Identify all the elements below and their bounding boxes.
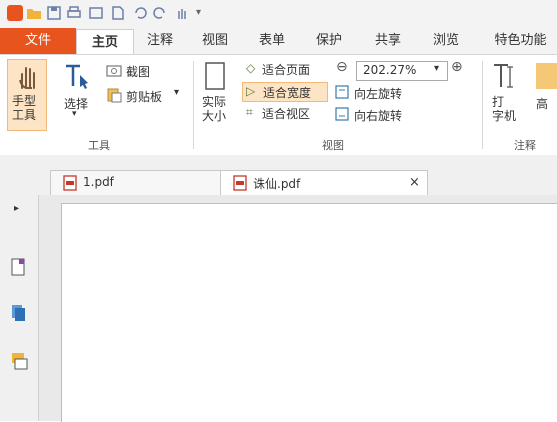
group-label-annotate: 注释: [514, 139, 536, 152]
fit-width-button[interactable]: ▷ 适合宽度: [242, 82, 328, 102]
clipboard-icon: [107, 88, 122, 103]
highlight-button[interactable]: 高: [530, 59, 557, 129]
page-icon: [205, 62, 225, 90]
highlight-icon: [536, 63, 557, 89]
text-select-icon: [66, 64, 88, 89]
zoom-value: 202.27%: [363, 63, 417, 77]
clipboard-button[interactable]: 剪贴板 ▾: [106, 87, 179, 106]
rotate-left-icon: [335, 85, 349, 99]
redo-icon[interactable]: [152, 5, 168, 21]
select-dropdown-icon[interactable]: ▾: [72, 109, 77, 119]
pdf-file-icon: [63, 175, 77, 191]
group-separator: [193, 61, 194, 149]
typewriter-button[interactable]: 打 字机: [486, 59, 520, 129]
doc-tab-1-label: 1.pdf: [83, 175, 114, 189]
ribbon-tab-bar: 文件 主页 注释 视图 表单 保护 共享 浏览 特色功能: [0, 28, 557, 56]
group-label-view: 视图: [322, 139, 344, 152]
doc-tab-2-label: 诛仙.pdf: [253, 177, 301, 191]
clipboard-label: 剪贴板: [126, 90, 163, 104]
screenshot-button[interactable]: 截图: [106, 63, 150, 80]
hand-icon: [19, 67, 35, 89]
document-tab-bar: 1.pdf 诛仙.pdf ×: [0, 155, 557, 196]
open-folder-icon[interactable]: [26, 5, 42, 21]
undo-icon[interactable]: [132, 5, 148, 21]
zoom-select[interactable]: 202.27% ▾: [356, 61, 448, 81]
pdf-page[interactable]: [61, 203, 557, 422]
tab-home[interactable]: 主页: [76, 29, 134, 56]
select-tool-button[interactable]: 选择 ▾: [60, 59, 96, 129]
page-thumbnail-icon[interactable]: [10, 257, 26, 277]
rotate-left-button[interactable]: 向左旋转: [334, 84, 402, 103]
app-logo-icon: [7, 5, 23, 21]
tab-share[interactable]: 共享: [366, 28, 410, 54]
tab-form[interactable]: 表单: [250, 28, 294, 54]
rotate-right-button[interactable]: 向右旋转: [334, 106, 402, 125]
actual-size-button[interactable]: 实际 大小: [198, 59, 232, 129]
fit-width-label: 适合宽度: [263, 86, 312, 100]
tab-file[interactable]: 文件: [0, 28, 76, 54]
print-icon[interactable]: [66, 5, 82, 21]
close-tab-icon[interactable]: ×: [409, 175, 420, 190]
quick-access-toolbar: ▾: [0, 0, 557, 28]
typewriter-label: 打 字机: [492, 95, 517, 123]
comments-icon[interactable]: [10, 351, 28, 371]
zoom-dropdown-icon[interactable]: ▾: [434, 63, 439, 74]
actual-size-label: 实际 大小: [202, 95, 227, 123]
new-icon[interactable]: [110, 5, 126, 21]
properties-icon[interactable]: [88, 5, 104, 21]
highlight-label: 高: [536, 97, 549, 111]
zoom-in-icon[interactable]: ⊕: [451, 59, 463, 75]
group-label-tools: 工具: [88, 139, 110, 152]
doc-tab-2[interactable]: 诛仙.pdf ×: [220, 170, 428, 196]
hand-tool-label: 手型 工具: [12, 94, 37, 122]
left-nav-panel: ▸: [0, 195, 39, 421]
fit-page-icon: ◇: [246, 61, 256, 75]
fit-width-icon: ▷: [246, 84, 256, 98]
tab-view[interactable]: 视图: [193, 28, 237, 54]
expand-panel-icon[interactable]: ▸: [14, 203, 19, 214]
rotate-right-label: 向右旋转: [354, 109, 403, 123]
pdf-file-icon: [233, 175, 247, 191]
screenshot-label: 截图: [126, 65, 151, 79]
fit-view-icon: ⌗: [246, 105, 253, 119]
customize-dropdown-icon[interactable]: ▾: [196, 5, 208, 21]
tab-browse[interactable]: 浏览: [424, 28, 468, 54]
ribbon: 手型 工具 选择 ▾ 截图 剪贴板 ▾ 工具 实际 大小 ◇ 适合页面 ▷ 适合…: [0, 54, 557, 156]
tab-annotate[interactable]: 注释: [138, 28, 182, 54]
typewriter-icon: [494, 64, 513, 88]
group-separator: [482, 61, 483, 149]
hand-tool-button[interactable]: 手型 工具: [7, 59, 47, 131]
hand-tool-small-icon[interactable]: [174, 5, 190, 21]
zoom-out-icon[interactable]: ⊖: [336, 59, 348, 75]
tab-special[interactable]: 特色功能: [484, 28, 557, 54]
save-icon[interactable]: [46, 5, 62, 21]
doc-tab-1[interactable]: 1.pdf: [50, 170, 222, 196]
clipboard-dropdown-icon[interactable]: ▾: [174, 87, 179, 98]
document-canvas[interactable]: [39, 195, 557, 422]
rotate-right-icon: [335, 107, 349, 121]
rotate-left-label: 向左旋转: [354, 87, 403, 101]
fit-page-label: 适合页面: [262, 63, 311, 77]
camera-icon: [106, 65, 122, 77]
fit-view-label: 适合视区: [262, 107, 311, 121]
layers-icon[interactable]: [10, 303, 28, 323]
tab-protect[interactable]: 保护: [307, 28, 351, 54]
